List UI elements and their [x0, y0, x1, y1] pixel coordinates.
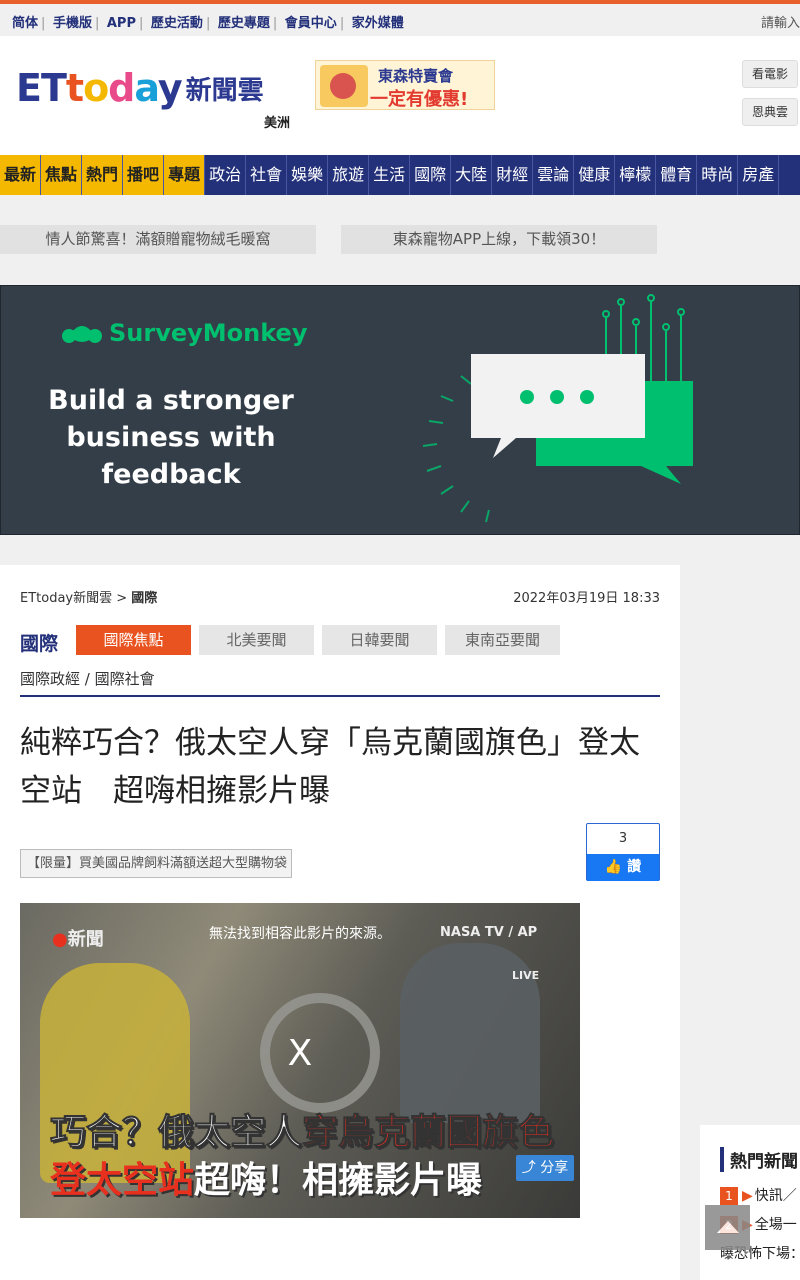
- movie-button[interactable]: 看電影: [742, 60, 798, 88]
- hot-news-item[interactable]: 1 ▶ 快訊／: [720, 1185, 797, 1205]
- sub-categories[interactable]: 國際政經 / 國際社會: [20, 668, 155, 689]
- logo-cn: 新聞雲: [185, 75, 264, 106]
- video-share-button[interactable]: ⤴ 分享: [516, 1155, 574, 1181]
- nav-item-latest[interactable]: 最新: [0, 155, 42, 195]
- logo-latin: ETtoday: [16, 66, 183, 110]
- article-panel: ETtoday新聞雲 > 國際 2022年03月19日 18:33 國際 國際焦…: [0, 565, 680, 1280]
- nav-item-travel[interactable]: 旅遊: [328, 155, 370, 195]
- surveymonkey-icon: [62, 326, 102, 343]
- tab-japan-korea[interactable]: 日韓要聞: [322, 625, 437, 655]
- nav-item-sports[interactable]: 體育: [656, 155, 698, 195]
- nav-item-life[interactable]: 生活: [369, 155, 411, 195]
- nav-item-hot[interactable]: 熱門: [82, 155, 124, 195]
- tab-north-america[interactable]: 北美要聞: [199, 625, 314, 655]
- video-close-button[interactable]: X: [20, 1033, 580, 1074]
- banner-ad-headline: Build a stronger business with feedback: [48, 385, 294, 490]
- top-link-outdoor-media[interactable]: 家外媒體: [352, 16, 404, 31]
- shopping-bag-icon: [320, 65, 368, 107]
- hot-news-title: 熱門新聞: [720, 1147, 798, 1172]
- promo-link-pet-app[interactable]: 東森寵物APP上線，下載領30！: [341, 225, 657, 254]
- grace-cloud-button[interactable]: 恩典雲: [742, 98, 798, 126]
- nav-item-topics[interactable]: 專題: [164, 155, 206, 195]
- nav-item-opinion[interactable]: 雲論: [533, 155, 575, 195]
- nav-item-politics[interactable]: 政治: [205, 155, 247, 195]
- nav-item-finance[interactable]: 財經: [492, 155, 534, 195]
- like-label: 讚: [627, 859, 642, 875]
- top-link-simplified[interactable]: 简体: [12, 16, 38, 31]
- video-caption-line1: 巧合？俄太空人穿烏克蘭國旗色: [49, 1112, 555, 1154]
- nav-item-stream[interactable]: 播吧: [123, 155, 165, 195]
- promo-band: 情人節驚喜！滿額贈寵物絨毛暖窩 東森寵物APP上線，下載領30！: [0, 195, 800, 285]
- video-caption-line2: 登太空站超嗨！相擁影片曝: [50, 1160, 483, 1201]
- breadcrumb: ETtoday新聞雲 > 國際: [20, 587, 157, 606]
- nav-item-health[interactable]: 健康: [574, 155, 616, 195]
- nav-item-entertainment[interactable]: 娛樂: [287, 155, 329, 195]
- banner-ad[interactable]: SurveyMonkey Build a stronger business w…: [0, 285, 800, 535]
- nav-item-lemon[interactable]: 檸檬: [615, 155, 657, 195]
- region-label[interactable]: 美洲: [264, 112, 290, 131]
- hot-news-sidebar: 熱門新聞 1▶快訊／ 2▶全場一 曝恐怖下場：: [700, 1125, 800, 1280]
- back-to-top-button[interactable]: [705, 1205, 750, 1250]
- play-icon: ▶: [742, 1188, 753, 1204]
- tab-southeast-asia[interactable]: 東南亞要聞: [445, 625, 560, 655]
- promo-link-valentine[interactable]: 情人節驚喜！滿額贈寵物絨毛暖窩: [0, 225, 316, 254]
- breadcrumb-home[interactable]: ETtoday新聞雲 >: [20, 591, 127, 606]
- section-title[interactable]: 國際: [20, 629, 58, 656]
- top-link-history-events[interactable]: 歷史活動: [151, 16, 203, 31]
- like-button[interactable]: 👍 讚: [587, 854, 659, 881]
- article-headline: 純粹巧合？俄太空人穿「烏克蘭國旗色」登太空站 超嗨相擁影片曝: [20, 725, 640, 809]
- video-error-message: 無法找到相容此影片的來源。: [209, 926, 391, 942]
- like-count: 3: [618, 831, 628, 846]
- thumbs-up-icon: 👍: [604, 859, 623, 875]
- nav-item-international[interactable]: 國際: [410, 155, 452, 195]
- nav-item-focus[interactable]: 焦點: [41, 155, 83, 195]
- top-link-app[interactable]: APP: [107, 16, 136, 31]
- header-ad-line1: 東森特賣會: [378, 67, 454, 85]
- like-widget[interactable]: 3 👍 讚: [586, 823, 660, 881]
- site-logo[interactable]: ETtoday 新聞雲: [16, 66, 264, 110]
- video-player[interactable]: ●新聞 NASA TV / AP LIVE 無法找到相容此影片的來源。 X 巧合…: [20, 903, 580, 1218]
- share-icon: ⤴: [521, 1160, 536, 1176]
- login-prompt[interactable]: 請輸入: [761, 12, 800, 31]
- nav-item-society[interactable]: 社會: [246, 155, 288, 195]
- sponsored-link[interactable]: 【限量】買美國品牌飼料滿額送超大型購物袋: [20, 849, 292, 878]
- section-divider: [20, 695, 660, 697]
- site-header: ETtoday 新聞雲 美洲 東森特賣會 一定有優惠! 看電影 恩典雲: [0, 36, 800, 155]
- tab-international-focus[interactable]: 國際焦點: [76, 625, 191, 655]
- banner-ad-brand: SurveyMonkey: [109, 319, 308, 347]
- article-date: 2022年03月19日 18:33: [513, 591, 660, 606]
- top-links-bar: 简体 | 手機版 | APP | 歷史活動 | 歷史專題 | 會員中心 | 家外媒體 請輸入: [0, 4, 800, 36]
- nav-item-realestate[interactable]: 房產: [738, 155, 780, 195]
- header-ad[interactable]: 東森特賣會 一定有優惠!: [315, 60, 495, 110]
- surveymonkey-logo: SurveyMonkey: [61, 318, 307, 348]
- feedback-chat-icon: [422, 294, 693, 523]
- top-link-history-topics[interactable]: 歷史專題: [218, 16, 270, 31]
- top-link-member-center[interactable]: 會員中心: [285, 16, 337, 31]
- rank-badge: 1: [720, 1187, 738, 1205]
- top-links: 简体 | 手機版 | APP | 歷史活動 | 歷史專題 | 會員中心 | 家外媒體: [12, 16, 404, 31]
- breadcrumb-section[interactable]: 國際: [131, 591, 157, 606]
- header-ad-line2: 一定有優惠!: [370, 89, 469, 110]
- main-nav: 最新 焦點 熱門 播吧 專題 政治 社會 娛樂 旅遊 生活 國際 大陸 財經 雲…: [0, 155, 800, 195]
- nav-item-china[interactable]: 大陸: [451, 155, 493, 195]
- nav-item-fashion[interactable]: 時尚: [697, 155, 739, 195]
- top-link-mobile[interactable]: 手機版: [53, 16, 92, 31]
- video-live-badge: LIVE: [512, 969, 540, 982]
